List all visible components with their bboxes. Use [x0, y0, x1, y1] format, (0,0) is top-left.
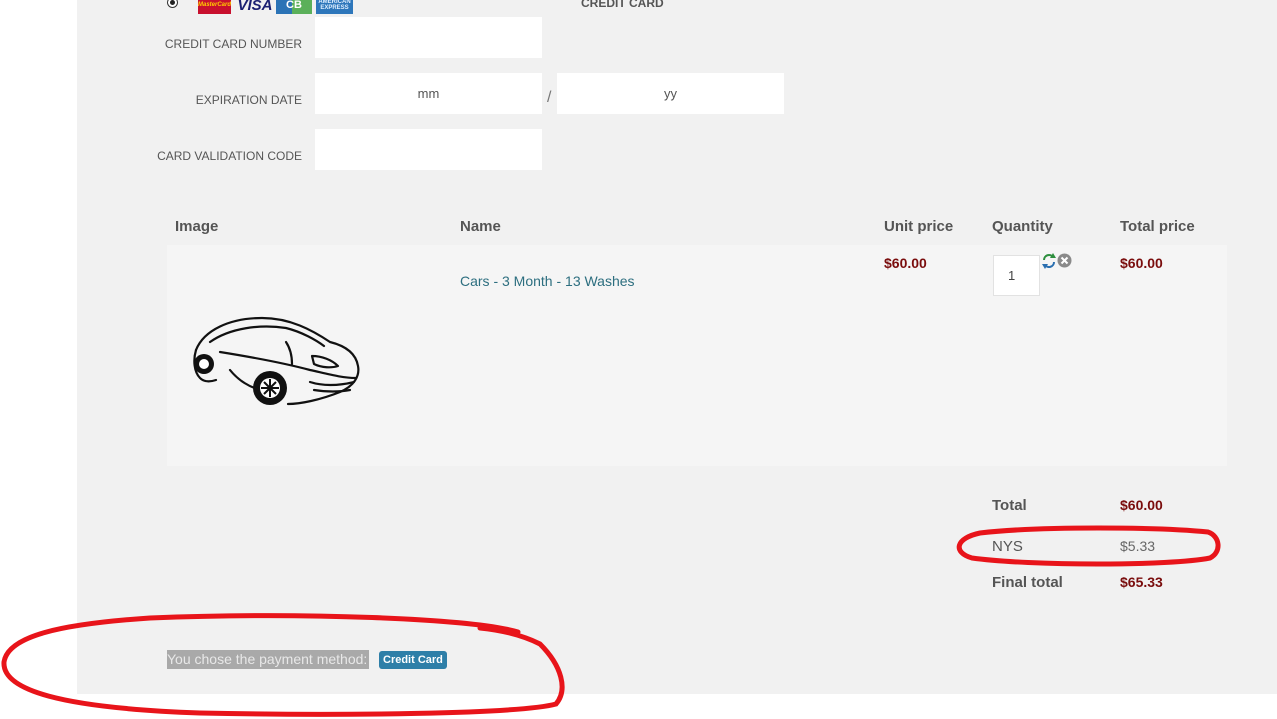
- card-number-input[interactable]: [315, 17, 542, 58]
- total-value: $60.00: [1120, 497, 1163, 513]
- quantity-input[interactable]: [993, 255, 1040, 296]
- column-header-total-price: Total price: [1120, 218, 1195, 235]
- column-header-name: Name: [460, 218, 501, 235]
- column-header-unit-price: Unit price: [884, 218, 954, 235]
- tax-label: NYS: [992, 538, 1023, 555]
- expiration-date-label: EXPIRATION DATE: [195, 93, 302, 107]
- car-icon: [193, 316, 360, 406]
- column-header-image: Image: [175, 218, 219, 235]
- exp-year-input[interactable]: [557, 73, 784, 114]
- column-header-quantity: Quantity: [992, 218, 1053, 235]
- cvc-input[interactable]: [315, 129, 542, 170]
- exp-separator: /: [547, 89, 552, 106]
- amex-logo-icon: AMERICAN EXPRESS: [316, 0, 353, 14]
- payment-method-title: CREDIT CARD: [581, 0, 664, 10]
- chosen-payment-text: You chose the payment method:: [167, 650, 370, 669]
- total-price-value: $60.00: [1120, 255, 1163, 271]
- final-total-label: Final total: [992, 574, 1063, 591]
- final-total-value: $65.33: [1120, 574, 1163, 590]
- unit-price-value: $60.00: [884, 255, 927, 271]
- visa-logo-icon: VISA: [237, 0, 273, 14]
- payment-method-badge: Credit Card: [379, 651, 447, 669]
- cb-logo-icon: CB: [276, 0, 312, 14]
- tax-value: $5.33: [1120, 538, 1156, 554]
- mastercard-logo-icon: MasterCard: [198, 0, 231, 14]
- cvc-label: CARD VALIDATION CODE: [157, 149, 302, 163]
- remove-icon[interactable]: [1057, 253, 1072, 268]
- exp-month-input[interactable]: [315, 73, 542, 114]
- product-name-link[interactable]: Cars - 3 Month - 13 Washes: [460, 273, 635, 289]
- total-label: Total: [992, 497, 1027, 514]
- refresh-icon[interactable]: [1041, 253, 1057, 269]
- card-number-label: CREDIT CARD NUMBER: [164, 37, 302, 51]
